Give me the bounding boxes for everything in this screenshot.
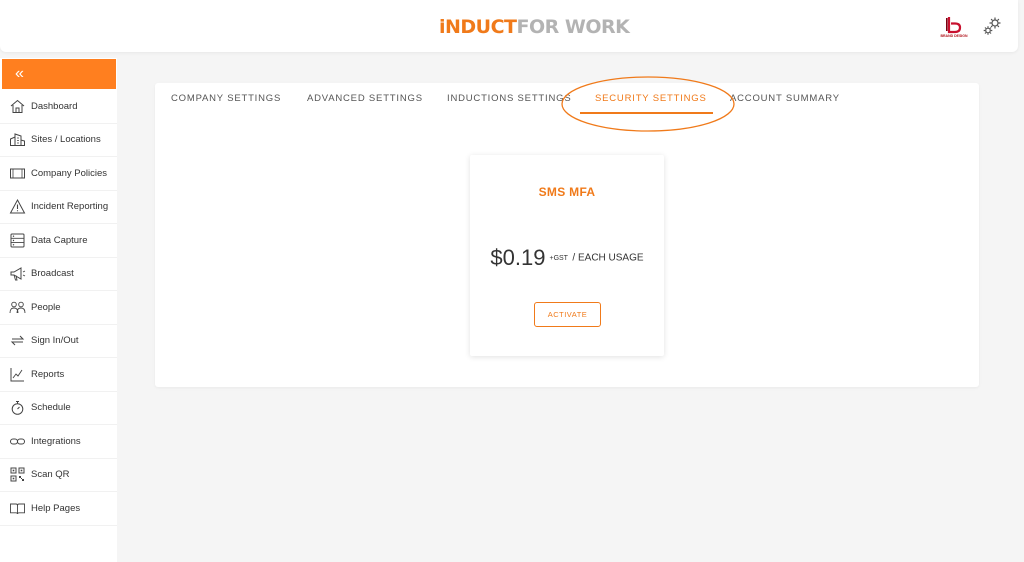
buildings-icon <box>9 131 26 148</box>
sidebar-item-data-capture[interactable]: Data Capture <box>0 224 117 258</box>
database-icon <box>9 232 26 249</box>
sidebar-item-people[interactable]: People <box>0 291 117 325</box>
qr-icon <box>9 466 26 483</box>
tab-inductions-settings[interactable]: INDUCTIONS SETTINGS <box>447 93 571 104</box>
sidebar-nav: Dashboard Sites / Locations Company Poli… <box>0 90 117 526</box>
price-suffix: / EACH USAGE <box>572 252 644 264</box>
sidebar-item-label: Data Capture <box>31 234 88 246</box>
document-icon <box>9 165 26 182</box>
brand-logo[interactable]: BRAND DESIGN <box>940 15 968 39</box>
tab-company-settings[interactable]: COMPANY SETTINGS <box>171 93 281 104</box>
price-row: $0.19 +GST / EACH USAGE <box>470 245 664 271</box>
brand-caption: BRAND DESIGN <box>940 34 968 38</box>
settings-gear-button[interactable] <box>980 14 1004 38</box>
tab-security-settings[interactable]: SECURITY SETTINGS <box>595 93 707 104</box>
active-tab-underline <box>580 112 713 114</box>
settings-panel: COMPANY SETTINGS ADVANCED SETTINGS INDUC… <box>155 76 979 387</box>
tab-account-summary[interactable]: ACCOUNT SUMMARY <box>730 93 840 104</box>
sidebar-item-reports[interactable]: Reports <box>0 358 117 392</box>
sidebar-item-dashboard[interactable]: Dashboard <box>0 90 117 124</box>
card-title: SMS MFA <box>538 185 596 199</box>
sidebar-item-label: Sign In/Out <box>31 335 79 347</box>
sidebar-collapse-button[interactable]: « <box>2 59 116 89</box>
sidebar-item-schedule[interactable]: Schedule <box>0 392 117 425</box>
sidebar-item-scan-qr[interactable]: Scan QR <box>0 459 117 492</box>
sidebar-item-sign-in-out[interactable]: Sign In/Out <box>0 325 117 358</box>
sidebar-item-label: Broadcast <box>31 268 74 280</box>
sidebar-item-integrations[interactable]: Integrations <box>0 425 117 459</box>
sidebar: « Dashboard Sites / Locations Company Po… <box>0 58 117 562</box>
sms-mfa-card: SMS MFA $0.19 +GST / EACH USAGE ACTIVATE <box>470 155 664 356</box>
sidebar-item-label: Dashboard <box>31 100 78 112</box>
sidebar-item-label: Help Pages <box>31 502 81 514</box>
sidebar-item-label: Reports <box>31 368 65 380</box>
sidebar-item-label: Company Policies <box>31 167 108 179</box>
sidebar-item-label: Integrations <box>31 435 81 447</box>
megaphone-icon <box>9 265 26 282</box>
logo-text-for-work: FOR WORK <box>516 16 630 38</box>
people-icon <box>9 299 26 316</box>
price-gst: +GST <box>549 254 568 262</box>
sidebar-item-incident-reporting[interactable]: Incident Reporting <box>0 191 117 224</box>
sidebar-item-company-policies[interactable]: Company Policies <box>0 157 117 191</box>
sidebar-item-label: Scan QR <box>31 469 70 481</box>
sidebar-item-help-pages[interactable]: Help Pages <box>0 492 117 526</box>
chart-icon <box>9 366 26 383</box>
gears-icon <box>983 17 1001 35</box>
sidebar-item-sites-locations[interactable]: Sites / Locations <box>0 124 117 157</box>
stopwatch-icon <box>9 399 26 416</box>
arrows-icon <box>9 332 26 349</box>
sidebar-item-broadcast[interactable]: Broadcast <box>0 258 117 291</box>
app-logo[interactable]: iNDUCTFOR WORK <box>439 16 630 38</box>
sidebar-item-label: Sites / Locations <box>31 134 101 146</box>
top-header: iNDUCTFOR WORK BRAND DESIGN <box>0 0 1018 52</box>
book-icon <box>9 500 26 517</box>
price-amount: $0.19 <box>490 245 546 270</box>
sidebar-item-label: Incident Reporting <box>31 201 109 213</box>
logo-text-induct: iNDUCT <box>439 16 517 38</box>
tab-advanced-settings[interactable]: ADVANCED SETTINGS <box>307 93 423 104</box>
warning-icon <box>9 198 26 215</box>
brand-b-icon <box>946 17 962 34</box>
activate-button[interactable]: ACTIVATE <box>534 302 601 327</box>
highlight-annotation <box>561 76 735 132</box>
link-icon <box>9 433 26 450</box>
sidebar-item-label: People <box>31 301 61 313</box>
home-icon <box>9 98 26 115</box>
sidebar-item-label: Schedule <box>31 402 71 414</box>
